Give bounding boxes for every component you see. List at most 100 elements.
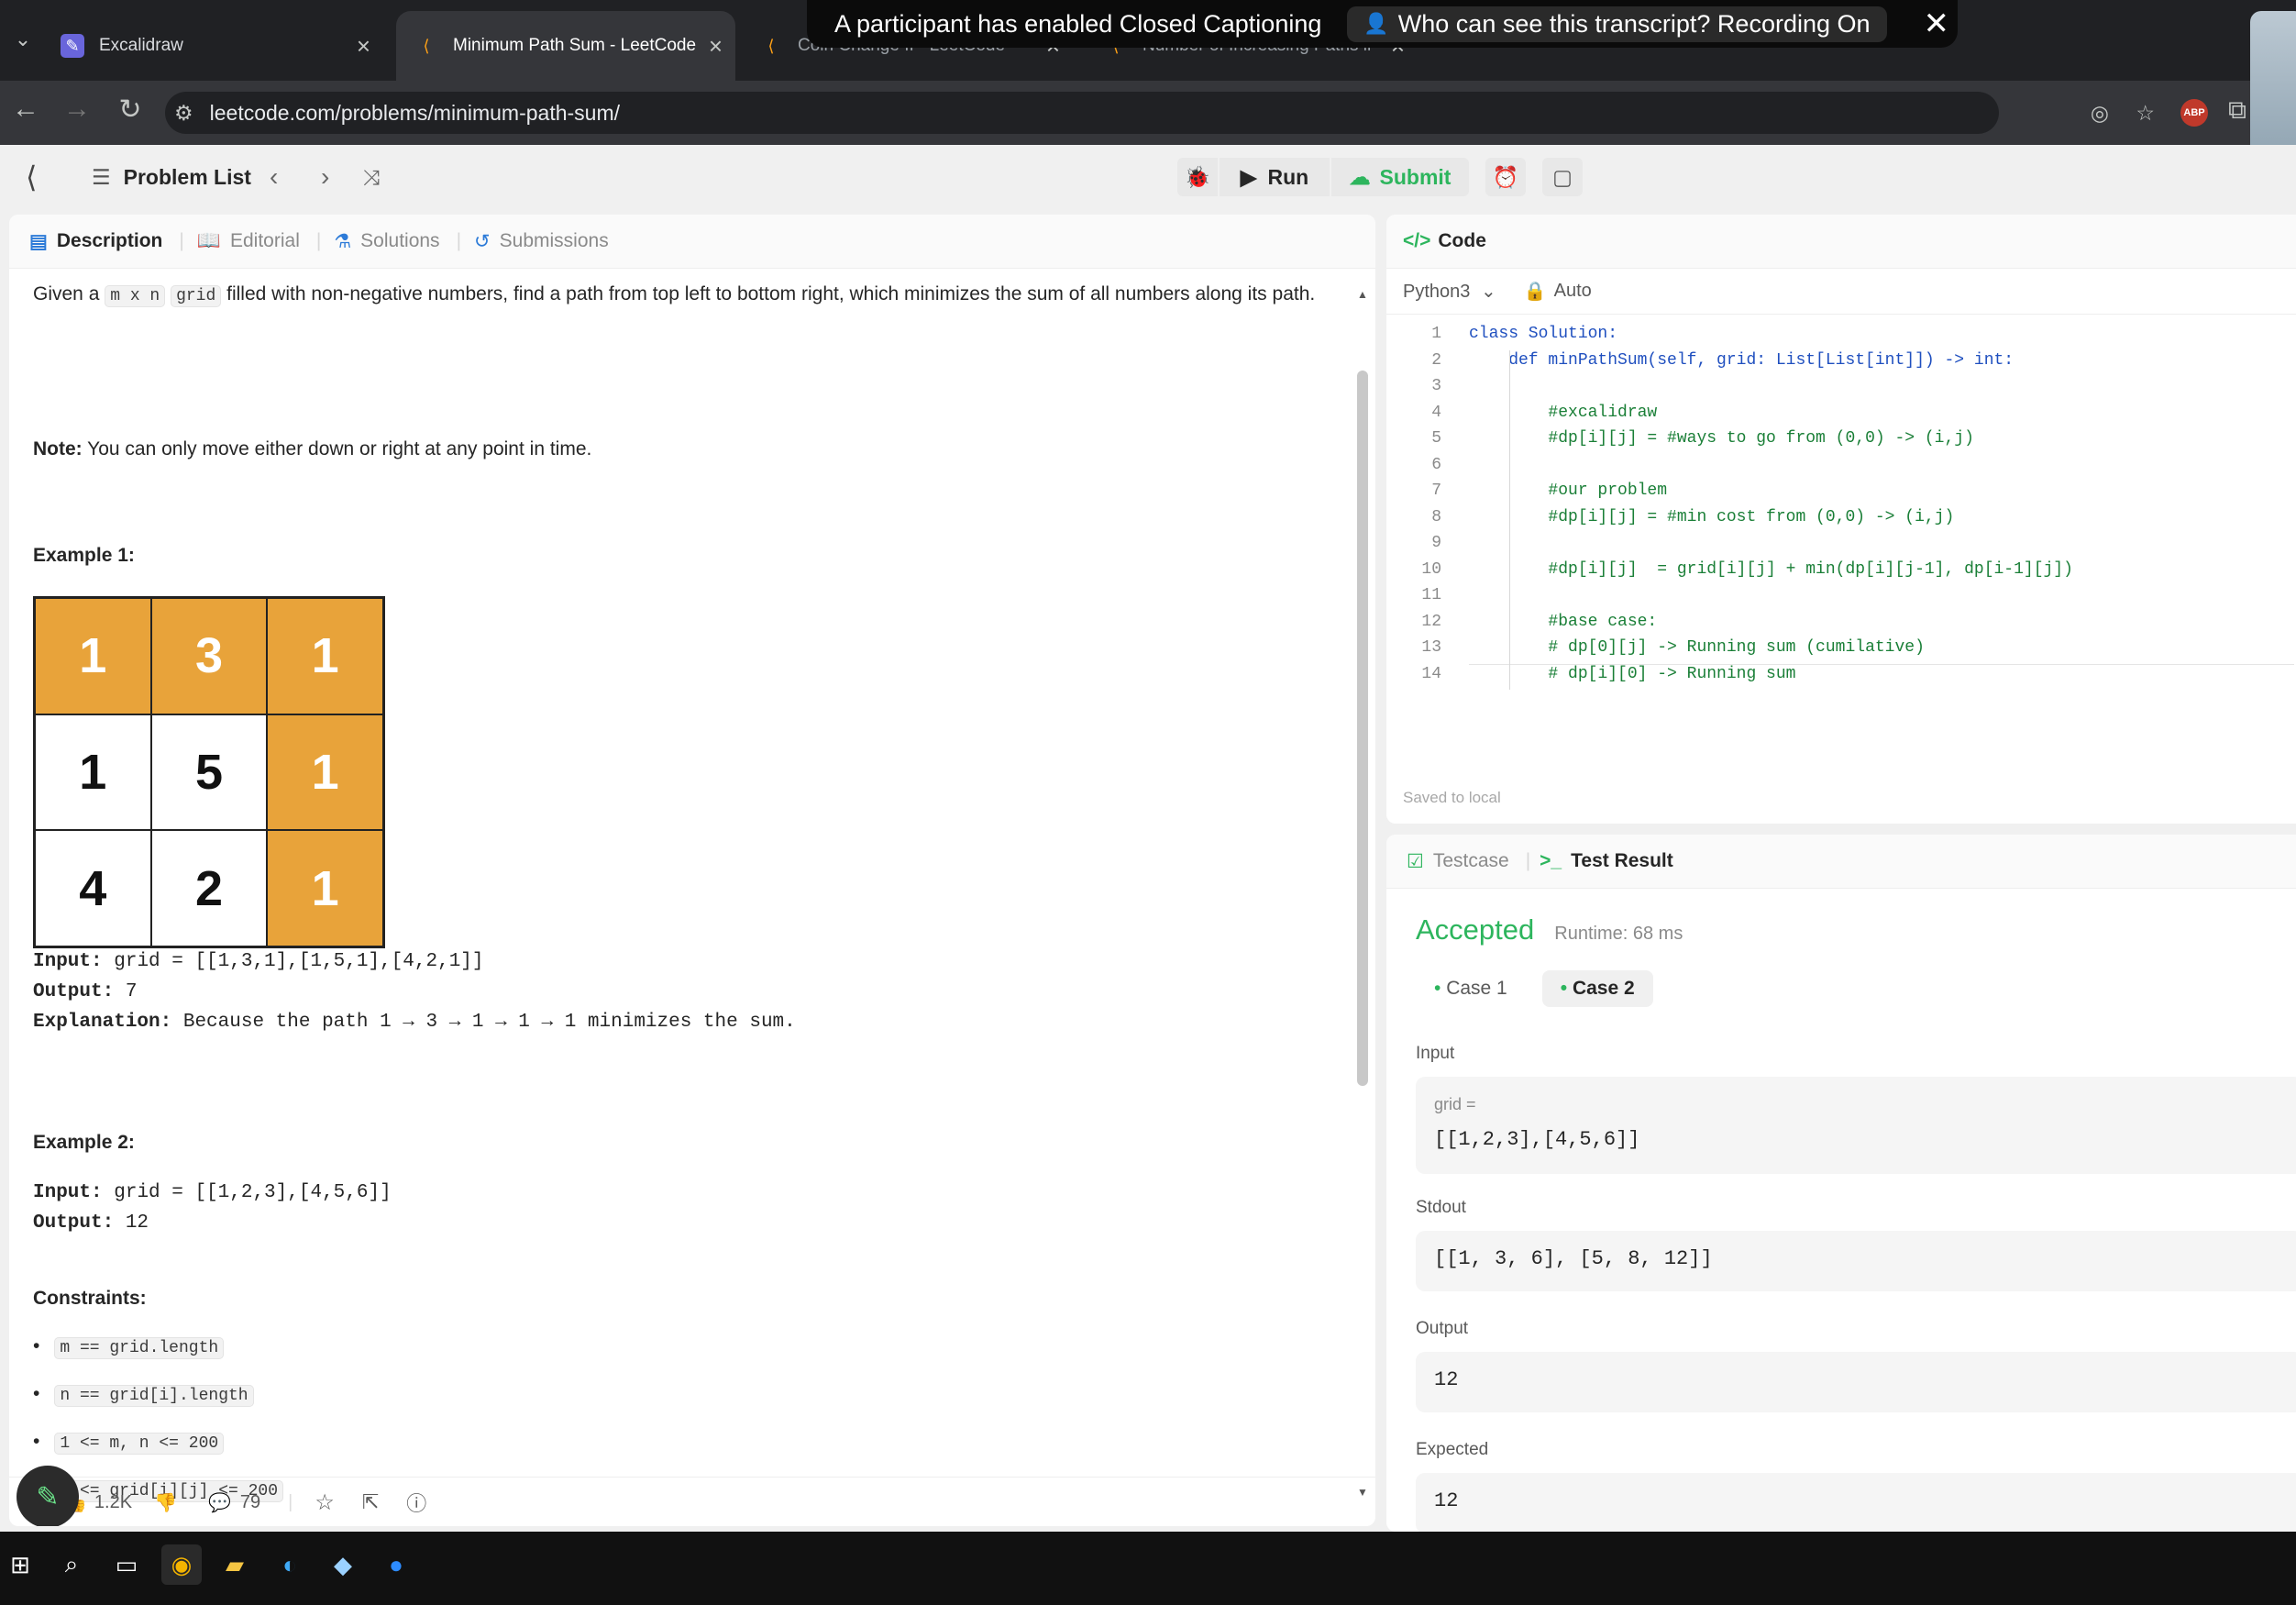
- line-number: 13: [1421, 638, 1441, 657]
- terminal-icon[interactable]: ▭: [106, 1544, 147, 1585]
- example-grid-image: 131151421: [33, 596, 385, 948]
- description-footer: 👍 1.2K 👎 💬 79 | ☆ ⇱ ⓘ: [9, 1477, 1375, 1526]
- tab-solutions[interactable]: ⚗ Solutions: [334, 230, 439, 253]
- mode-label[interactable]: Auto: [1554, 281, 1592, 302]
- stdout-label: Stdout: [1416, 1198, 1466, 1217]
- scroll-up-icon[interactable]: ▲: [1355, 288, 1370, 301]
- chrome-icon[interactable]: ◉: [161, 1544, 202, 1585]
- share-icon[interactable]: ⇱: [362, 1490, 379, 1514]
- timer-icon[interactable]: ⏰: [1485, 158, 1526, 196]
- case-1-tab[interactable]: • Case 1: [1416, 970, 1526, 1007]
- prev-problem-icon[interactable]: ‹: [270, 158, 278, 196]
- eye-off-icon[interactable]: ◎: [2091, 101, 2109, 126]
- close-icon[interactable]: ×: [709, 32, 723, 61]
- example-input: grid = [[1,3,1],[1,5,1],[4,2,1]]: [114, 951, 484, 972]
- runtime-text: Runtime: 68 ms: [1554, 924, 1683, 944]
- transcript-visibility-button[interactable]: 👤 Who can see this transcript? Recording…: [1347, 6, 1887, 42]
- address-bar[interactable]: ⚙ leetcode.com/problems/minimum-path-sum…: [165, 92, 2155, 134]
- tab-search-chevron-icon[interactable]: ⌄: [9, 28, 37, 61]
- app-icon[interactable]: ◆: [323, 1544, 363, 1585]
- code-editor[interactable]: 1 class Solution: 2 def minPathSum(self, g…: [1386, 325, 2296, 756]
- edge-icon[interactable]: ◐: [270, 1544, 310, 1585]
- tab-label: Solutions: [360, 230, 440, 251]
- zoom-icon[interactable]: ●: [376, 1544, 416, 1585]
- run-button[interactable]: ▶ Run: [1220, 158, 1330, 196]
- annotation-pen-button[interactable]: ✎: [17, 1466, 79, 1526]
- file-explorer-icon[interactable]: ▰: [215, 1544, 255, 1585]
- code-line[interactable]: #our problem: [1469, 482, 1667, 507]
- tab-testcase[interactable]: ☑ Testcase: [1407, 850, 1509, 873]
- code-line[interactable]: #dp[i][j] = #ways to go from (0,0) -> (i…: [1469, 429, 1973, 455]
- bookmark-star-icon[interactable]: ☆: [2136, 101, 2155, 126]
- tab-description[interactable]: ▤ Description: [29, 230, 162, 253]
- divider: |: [179, 230, 184, 251]
- code-line[interactable]: #excalidraw: [1469, 404, 1657, 429]
- book-icon: 📖: [196, 230, 221, 251]
- adblock-icon[interactable]: ABP: [2180, 99, 2208, 127]
- close-banner-icon[interactable]: ✕: [1924, 6, 1950, 42]
- code-line[interactable]: # dp[0][j] -> Running sum (cumilative): [1469, 638, 2294, 665]
- scrollbar[interactable]: ▲ ▼: [1355, 288, 1370, 1499]
- tab-label: Testcase: [1432, 850, 1509, 871]
- language-select[interactable]: Python3 ⌄: [1403, 280, 1496, 303]
- leetcode-icon: ⟨: [767, 36, 775, 55]
- code-line[interactable]: def minPathSum(self, grid: List[List[int…: [1469, 351, 2014, 377]
- line-number: 3: [1431, 377, 1441, 395]
- tab-editorial[interactable]: 📖 Editorial: [197, 230, 300, 252]
- reload-icon[interactable]: ↻: [112, 94, 149, 126]
- back-icon[interactable]: ←: [7, 94, 44, 125]
- notes-icon[interactable]: ▢: [1542, 158, 1583, 196]
- lock-icon: 🔒: [1523, 281, 1547, 302]
- list-item: • m == grid.length: [33, 1335, 283, 1383]
- forward-icon[interactable]: →: [59, 94, 95, 125]
- example-2-io: Input: grid = [[1,2,3],[4,5,6]] Output: …: [33, 1178, 392, 1238]
- leetcode-logo-icon[interactable]: ⟨: [26, 158, 37, 196]
- close-icon[interactable]: ×: [357, 32, 370, 61]
- language-label: Python3: [1403, 281, 1471, 302]
- note-label: Note:: [33, 438, 83, 459]
- submit-button[interactable]: ☁ Submit: [1331, 158, 1469, 196]
- browser-tab-excalidraw[interactable]: ✎ Excalidraw ×: [42, 11, 391, 81]
- code-line[interactable]: #base case:: [1469, 613, 1657, 638]
- next-problem-icon[interactable]: ›: [321, 158, 329, 196]
- dislike-icon[interactable]: 👎: [154, 1491, 177, 1514]
- code-panel: </> Code Python3 ⌄ 🔒 Auto 1 class Solutio…: [1386, 215, 2296, 824]
- search-icon[interactable]: ⌕: [51, 1544, 92, 1585]
- problem-statement: Given a m x n grid filled with non-negat…: [33, 279, 1335, 312]
- cloud-upload-icon: ☁: [1349, 164, 1371, 189]
- grid-cell: 3: [150, 598, 268, 714]
- extensions-icon[interactable]: ⧉: [2228, 95, 2246, 126]
- divider: |: [315, 230, 322, 251]
- problem-list-button[interactable]: ☰ Problem List: [92, 158, 251, 196]
- io-label: Explanation:: [33, 1012, 172, 1033]
- comments-button[interactable]: 💬 79: [208, 1491, 260, 1514]
- code-line[interactable]: #dp[i][j] = grid[i][j] + min(dp[i][j-1],…: [1469, 560, 2073, 586]
- example-1-title: Example 1:: [33, 545, 135, 566]
- grid-cell: 2: [150, 830, 268, 946]
- help-icon[interactable]: ⓘ: [406, 1488, 426, 1517]
- closed-caption-banner: A participant has enabled Closed Caption…: [807, 0, 1958, 48]
- code-line[interactable]: class Solution:: [1469, 325, 1617, 350]
- debug-icon[interactable]: 🐞: [1177, 158, 1218, 196]
- case-2-tab[interactable]: • Case 2: [1541, 970, 1653, 1007]
- tab-submissions[interactable]: ↺ Submissions: [474, 230, 609, 253]
- tab-test-result[interactable]: >_ Test Result: [1540, 850, 1673, 872]
- code-line[interactable]: #dp[i][j] = #min cost from (0,0) -> (i,j…: [1469, 508, 1954, 534]
- excalidraw-icon: ✎: [61, 34, 84, 58]
- code-line[interactable]: # dp[i][0] -> Running sum: [1469, 665, 1795, 691]
- line-number: 10: [1421, 559, 1441, 579]
- example-input: grid = [[1,2,3],[4,5,6]]: [114, 1182, 392, 1203]
- windows-start-icon[interactable]: ⊞: [0, 1544, 40, 1585]
- result-tabs: ☑ Testcase | >_ Test Result: [1386, 835, 2296, 889]
- shuffle-icon[interactable]: ⤨: [363, 158, 380, 196]
- browser-tab-minimum-path-sum[interactable]: ⟨ Minimum Path Sum - LeetCode ×: [396, 11, 735, 81]
- stdout-box: [[1, 3, 6], [5, 8, 12]]: [1416, 1231, 2296, 1291]
- scrollbar-thumb[interactable]: [1357, 371, 1368, 1086]
- constraint-code: n == grid[i].length: [54, 1385, 254, 1407]
- browser-toolbar: ← → ↻ ⚙ leetcode.com/problems/minimum-pa…: [0, 81, 2296, 145]
- favorite-star-icon[interactable]: ☆: [315, 1489, 335, 1516]
- io-label: Output:: [33, 1212, 115, 1234]
- site-info-icon[interactable]: ⚙: [174, 101, 193, 126]
- expected-label: Expected: [1416, 1440, 1489, 1459]
- case-label: Case 1: [1446, 978, 1507, 999]
